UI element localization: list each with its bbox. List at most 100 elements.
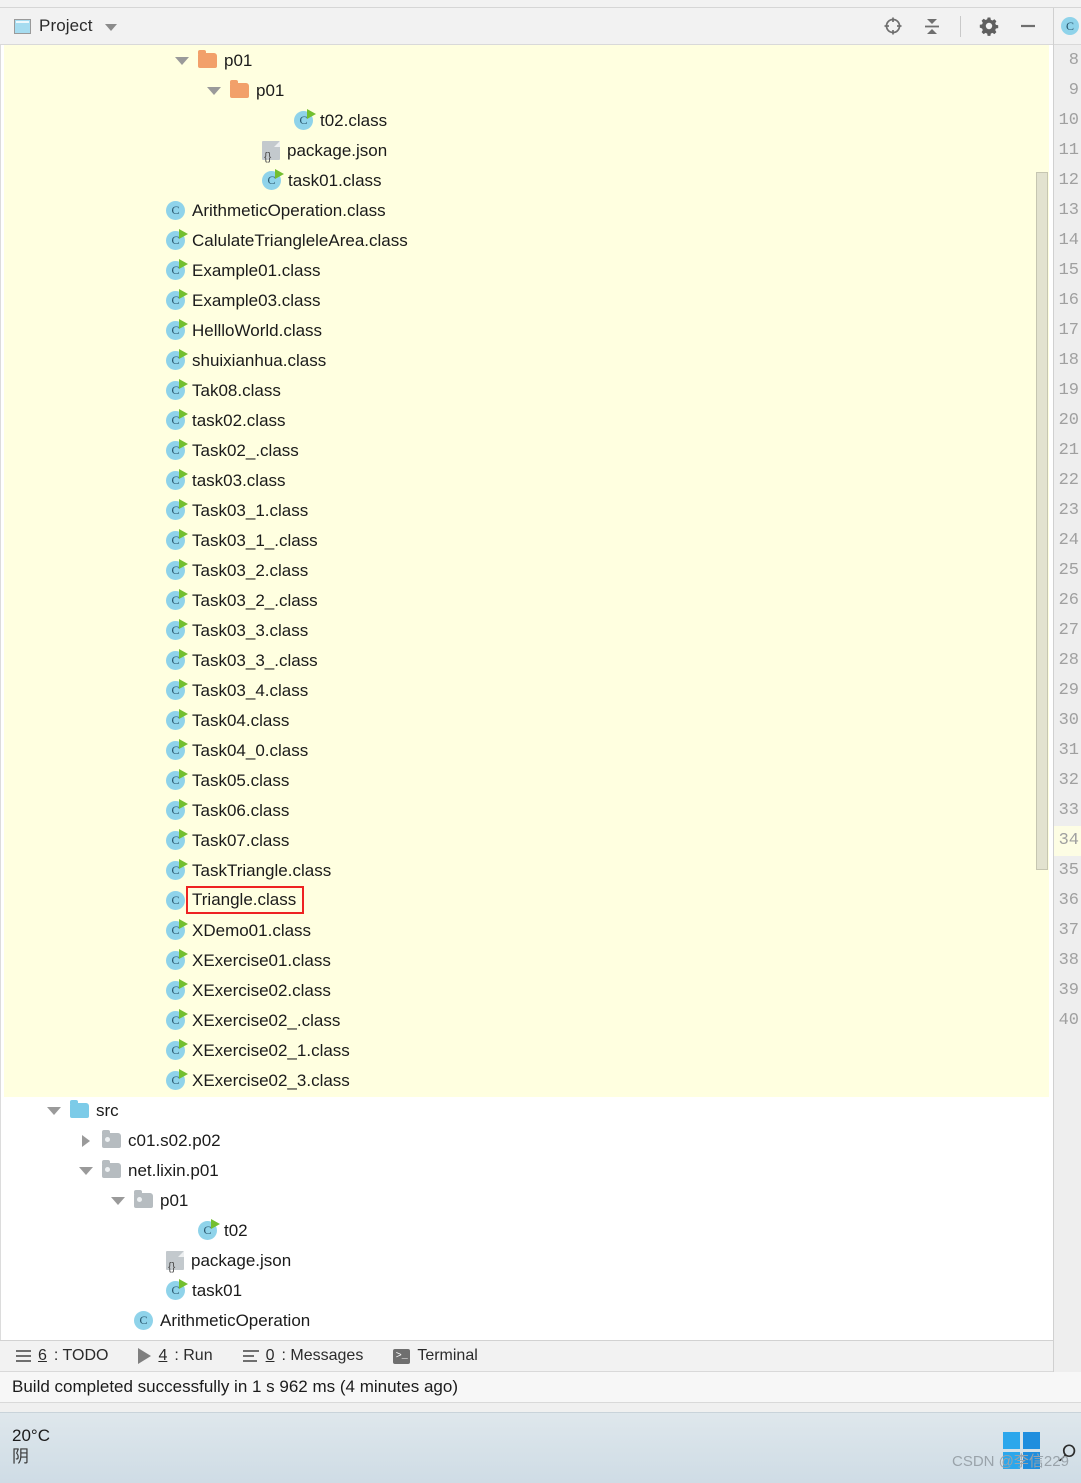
tree-row-label: HellloWorld.class (192, 320, 323, 340)
tree-row[interactable]: C XExercise02_.class (0, 1005, 1053, 1035)
tree-row[interactable]: C Triangle.class (0, 885, 1053, 915)
tree-rows[interactable]: p01p01Ct02.classpackage.jsonCtask01.clas… (0, 45, 1053, 1335)
tree-row-label: shuixianhua.class (192, 350, 327, 370)
locate-in-tree-icon[interactable] (882, 15, 904, 37)
tree-row[interactable]: Cshuixianhua.class (0, 345, 1053, 375)
tree-twisty-closed-icon[interactable] (78, 1132, 94, 1148)
status-message: Build completed successfully in 1 s 962 … (12, 1377, 458, 1396)
minimize-icon[interactable] (1017, 15, 1039, 37)
bottom-item-messages-label: : Messages (281, 1347, 364, 1364)
tree-row-label: Example01.class (192, 260, 321, 280)
tree-scrollbar-track[interactable] (1036, 45, 1051, 1097)
tree-row[interactable]: C ArithmeticOperation.class (0, 195, 1053, 225)
chevron-down-icon[interactable] (104, 24, 117, 31)
tree-row[interactable]: p01 (0, 1185, 1053, 1215)
tree-row[interactable]: C XExercise02_3.class (0, 1065, 1053, 1095)
tree-row[interactable]: C Task03_2_.class (0, 585, 1053, 615)
tree-row[interactable]: C CalulateTriangleleArea.class (0, 225, 1053, 255)
tree-scrollbar-thumb[interactable] (1036, 172, 1048, 870)
tree-row[interactable]: package.json (0, 1245, 1053, 1275)
tree-row[interactable]: c01.s02.p02 (0, 1125, 1053, 1155)
bottom-item-messages[interactable]: 0 : Messages (242, 1347, 364, 1365)
collapse-all-icon[interactable] (921, 15, 943, 37)
tree-row[interactable]: C HellloWorld.class (0, 315, 1053, 345)
tree-row[interactable]: src (0, 1095, 1053, 1125)
tree-row[interactable]: C Task03_4.class (0, 675, 1053, 705)
bottom-item-terminal[interactable]: >_ Terminal (393, 1347, 478, 1365)
tree-row[interactable]: p01 (0, 75, 1053, 105)
tree-twisty-open-icon[interactable] (206, 82, 222, 98)
tree-row[interactable]: C Task03_3.class (0, 615, 1053, 645)
class-icon-letter: C (171, 443, 180, 457)
line-number: 12 (1058, 171, 1079, 190)
tree-row[interactable]: p01 (0, 45, 1053, 75)
tree-row[interactable]: C XDemo01.class (0, 915, 1053, 945)
tree-twisty-open-icon[interactable] (174, 52, 190, 68)
tree-row-label: p01 (160, 1190, 189, 1210)
tree-row[interactable]: Ct02.class (0, 105, 1053, 135)
class-icon-letter: C (171, 203, 180, 217)
tree-row-label: net.lixin.p01 (128, 1160, 219, 1180)
tree-row[interactable]: C Example01.class (0, 255, 1053, 285)
tree-row[interactable]: C Task03_2.class (0, 555, 1053, 585)
tree-row[interactable]: Ctask02.class (0, 405, 1053, 435)
tree-row[interactable]: C Task02_.class (0, 435, 1053, 465)
line-number: 38 (1058, 951, 1079, 970)
tree-row[interactable]: C Task07.class (0, 825, 1053, 855)
tree-row[interactable]: Ctask01.class (0, 165, 1053, 195)
tree-twisty-open-icon[interactable] (46, 1102, 62, 1118)
line-number: 10 (1058, 111, 1079, 130)
tree-row[interactable]: C ArithmeticOperation (0, 1305, 1053, 1335)
tree-row[interactable]: C Task03_3_.class (0, 645, 1053, 675)
tree-row[interactable]: Ctask01 (0, 1275, 1053, 1305)
tree-row[interactable]: package.json (0, 135, 1053, 165)
tree-row[interactable]: C Task04_0.class (0, 735, 1053, 765)
tree-row[interactable]: C XExercise02.class (0, 975, 1053, 1005)
tree-row[interactable]: C Task06.class (0, 795, 1053, 825)
class-icon-letter: C (171, 803, 180, 817)
tree-row[interactable]: C TaskTriangle.class (0, 855, 1053, 885)
tree-row[interactable]: C Example03.class (0, 285, 1053, 315)
tree-row[interactable]: Ctask03.class (0, 465, 1053, 495)
tree-row[interactable]: C XExercise02_1.class (0, 1035, 1053, 1065)
tree-row[interactable]: C XExercise01.class (0, 945, 1053, 975)
class-icon-letter: C (171, 683, 180, 697)
bottom-item-todo[interactable]: 6 : TODO (16, 1347, 108, 1365)
project-tree-panel[interactable]: p01p01Ct02.classpackage.jsonCtask01.clas… (0, 45, 1053, 1340)
settings-gear-icon[interactable] (978, 15, 1000, 37)
class-icon-letter: C (171, 533, 180, 547)
tree-row-label: XExercise02_.class (192, 1010, 341, 1030)
tree-row[interactable]: C Tak08.class (0, 375, 1053, 405)
class-runnable-icon: C (166, 1008, 188, 1030)
tree-row[interactable]: C Task03_1.class (0, 495, 1053, 525)
editor-tab-partial[interactable]: C (1054, 8, 1081, 45)
class-runnable-icon: C (166, 948, 188, 970)
tree-row[interactable]: net.lixin.p01 (0, 1155, 1053, 1185)
class-runnable-icon: C (166, 828, 188, 850)
class-icon-letter: C (171, 653, 180, 667)
tree-row[interactable]: C Task03_1_.class (0, 525, 1053, 555)
folder-orange-icon (198, 49, 217, 68)
taskbar-weather-widget[interactable]: 20°C 阴 (12, 1426, 50, 1467)
tree-twisty-open-icon[interactable] (78, 1162, 94, 1178)
tree-twisty-open-icon[interactable] (110, 1192, 126, 1208)
tree-row-label: XExercise02_3.class (192, 1070, 350, 1090)
tree-row[interactable]: C Task05.class (0, 765, 1053, 795)
json-file-icon (262, 140, 280, 163)
tree-row-label: Task05.class (192, 770, 290, 790)
bottom-item-run[interactable]: 4 : Run (138, 1347, 213, 1365)
tree-row[interactable]: C Task04.class (0, 705, 1053, 735)
bottom-item-run-mnemonic: 4 (158, 1347, 168, 1364)
tree-row[interactable]: Ct02 (0, 1215, 1053, 1245)
tree-row-label: package.json (287, 140, 388, 160)
toolwindow-title-group[interactable]: Project (0, 16, 117, 36)
class-runnable-icon: C (294, 108, 316, 130)
